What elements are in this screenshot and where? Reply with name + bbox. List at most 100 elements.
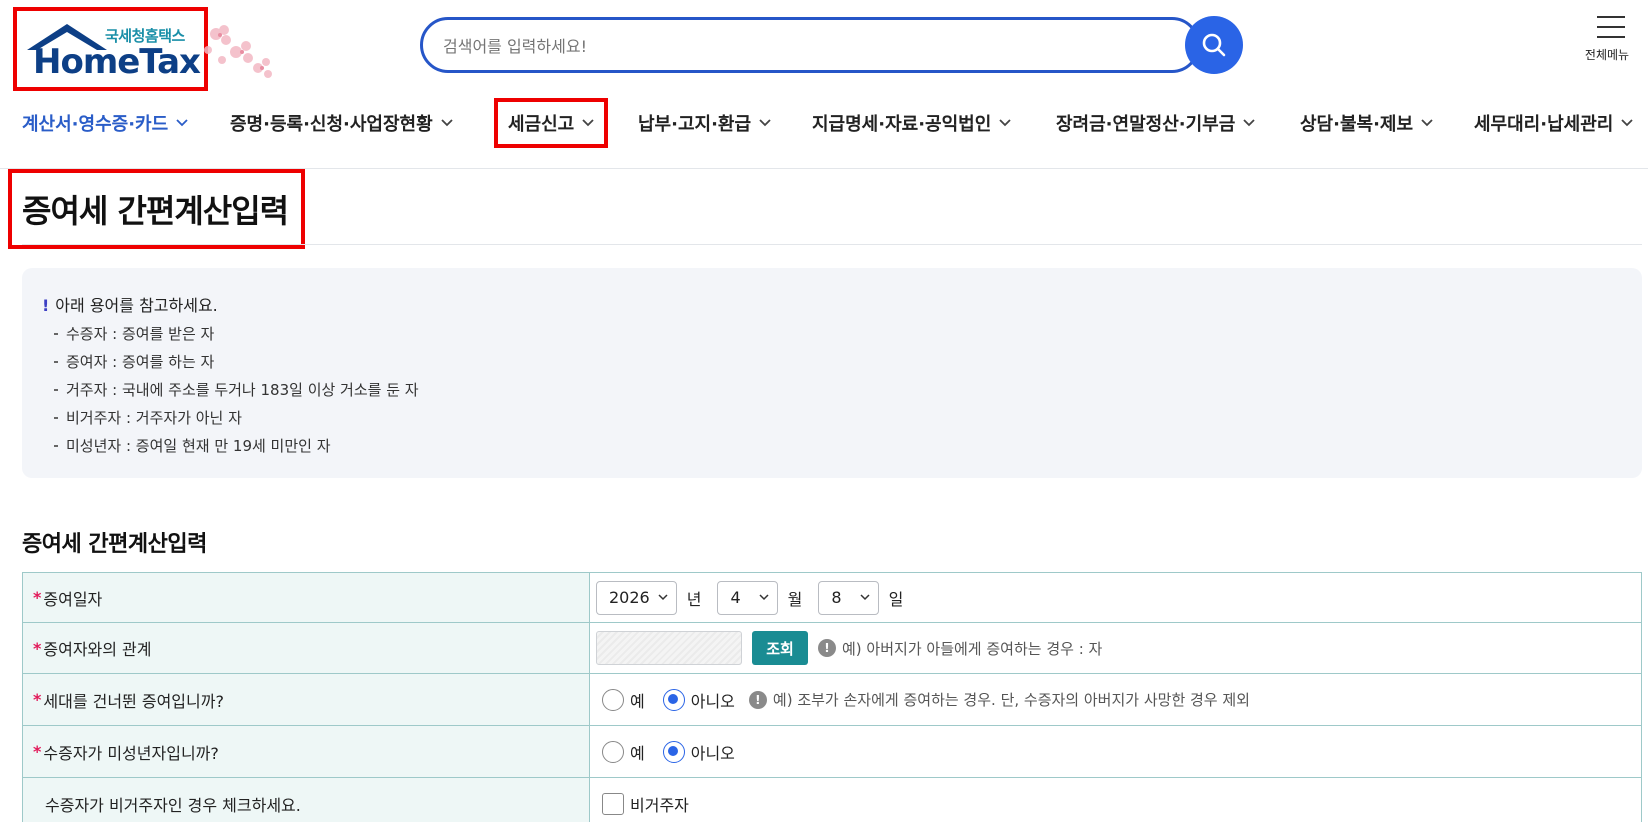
required-mark: * [33,690,42,709]
form-value: 조회 ! 예) 아버지가 아들에게 증여하는 경우 : 자 [590,623,1641,673]
day-value: 8 [831,588,842,607]
hometax-logo[interactable]: 국세청홈택스 HomeTax [13,7,208,91]
checkbox[interactable] [602,792,624,815]
chevron-down-icon [1421,119,1433,127]
form-label: * 증여일자 [23,573,590,622]
list-item: 거주자 : 국내에 주소를 두거나 183일 이상 거소를 둔 자 [54,376,419,404]
skip-generation-label: 세대를 건너뛴 증여입니까? [43,691,224,711]
form-row-skip-generation: * 세대를 건너뛴 증여입니까? 예 아니오 ! 예) 조부가 손자에게 증여하는 … [22,674,1642,726]
form-label: * 증여자와의 관계 [23,623,590,673]
relation-hint: ! 예) 아버지가 아들에게 증여하는 경우 : 자 [818,638,1102,659]
chevron-down-icon [1243,119,1255,127]
radio-label: 예 [630,691,645,711]
list-item: 비거주자 : 거주자가 아닌 자 [54,404,419,432]
nav-item-incentives[interactable]: 장려금·연말정산·기부금 [1056,98,1255,148]
search-icon [1202,33,1226,57]
form-label: * 수증자가 미성년자입니까? [23,726,590,777]
required-mark: * [33,588,42,607]
relation-field[interactable] [596,631,742,665]
chevron-down-icon [1621,119,1633,127]
day-unit: 일 [888,589,904,609]
nonresident-checkbox[interactable]: 비거주자 [602,792,689,816]
page-title-highlight: 증여세 간편계산입력 [8,169,305,249]
chevron-down-icon [582,119,594,127]
section-title: 증여세 간편계산입력 [22,532,207,557]
nav-item-consulting[interactable]: 상담·불복·제보 [1300,98,1433,148]
chevron-down-icon [860,594,870,601]
chevron-down-icon [176,119,188,127]
list-item: 미성년자 : 증여일 현재 만 19세 미만인 자 [54,432,419,460]
required-mark: * [33,742,42,761]
chevron-down-icon [658,594,668,601]
gift-tax-form: * 증여일자 2026 년 4 월 8 일 * 증여자와의 관계 조회 ! 예)… [22,572,1642,822]
minor-no-radio[interactable]: 아니오 [662,740,735,764]
relation-hint-text: 예) 아버지가 아들에게 증여하는 경우 : 자 [842,639,1103,658]
chevron-down-icon [441,119,453,127]
form-value: 예 아니오 [590,726,1641,777]
radio-label: 아니오 [690,691,735,711]
relation-label: 증여자와의 관계 [43,640,152,659]
radio-button[interactable] [602,688,624,711]
all-menu-label: 전체메뉴 [1584,48,1630,62]
skip-generation-hint: ! 예) 조부가 손자에게 증여하는 경우. 단, 수증자의 아버지가 사망한 경… [748,689,1250,710]
search-input[interactable] [443,33,1123,59]
form-value: 2026 년 4 월 8 일 [590,573,1641,622]
year-unit: 년 [686,589,702,609]
year-select[interactable]: 2026 [596,580,677,615]
nav-label: 장려금·연말정산·기부금 [1056,114,1236,135]
skip-generation-no-radio[interactable]: 아니오 [662,688,735,712]
chevron-down-icon [759,594,769,601]
info-icon: ! [818,639,836,657]
terms-notice-box: ! 아래 용어를 참고하세요. 수증자 : 증여를 받은 자 증여자 : 증여를 … [22,268,1642,478]
notice-heading-text: 아래 용어를 참고하세요. [55,296,218,315]
checkbox-label: 비거주자 [630,795,689,815]
nav-label: 계산서·영수증·카드 [22,114,169,135]
radio-button[interactable] [662,740,685,763]
list-item: 증여자 : 증여를 하는 자 [54,348,419,376]
nav-item-tax-filing[interactable]: 세금신고 [494,98,609,148]
cherry-blossom-icon [204,25,272,78]
radio-button[interactable] [602,740,624,763]
minor-label: 수증자가 미성년자입니까? [43,743,219,763]
list-item: 수증자 : 증여를 받은 자 [54,320,419,348]
minor-yes-radio[interactable]: 예 [602,740,645,764]
day-select[interactable]: 8 [818,580,879,615]
search-bar [420,17,1200,73]
nav-label: 상담·불복·제보 [1300,114,1414,135]
nonresident-label: 수증자가 비거주자인 경우 체크하세요. [45,795,301,815]
nav-item-certificates[interactable]: 증명·등록·신청·사업장현황 [230,98,453,148]
nav-item-tax-agent[interactable]: 세무대리·납세관리 [1474,98,1633,148]
form-value: 예 아니오 ! 예) 조부가 손자에게 증여하는 경우. 단, 수증자의 아버지가… [590,674,1641,725]
notice-heading: ! 아래 용어를 참고하세요. [42,292,218,316]
search-button[interactable] [1185,16,1243,74]
radio-label: 아니오 [690,743,735,763]
month-value: 4 [730,588,741,607]
logo-wordmark: HomeTax [33,42,201,82]
nav-item-receipts[interactable]: 계산서·영수증·카드 [22,98,188,148]
radio-button[interactable] [662,688,685,711]
nav-item-statements[interactable]: 지급명세·자료·공익법인 [812,98,1011,148]
required-mark: * [33,638,42,658]
page-title: 증여세 간편계산입력 [22,192,289,230]
form-row-gift-date: * 증여일자 2026 년 4 월 8 일 [22,573,1642,623]
nav-label: 지급명세·자료·공익법인 [812,114,992,135]
title-divider [22,244,1642,245]
nav-label: 증명·등록·신청·사업장현황 [230,114,433,135]
form-row-nonresident: 수증자가 비거주자인 경우 체크하세요. 비거주자 [22,778,1642,822]
skip-generation-yes-radio[interactable]: 예 [602,688,645,712]
gift-date-label: 증여일자 [43,589,103,609]
main-nav: 계산서·영수증·카드 증명·등록·신청·사업장현황 세금신고 납부·고지·환급 … [0,98,1648,148]
form-value: 비거주자 [590,778,1641,822]
nav-label: 세무대리·납세관리 [1474,114,1614,135]
all-menu-button[interactable]: 전체메뉴 [1580,16,1642,63]
skip-generation-hint-text: 예) 조부가 손자에게 증여하는 경우. 단, 수증자의 아버지가 사망한 경우… [772,691,1250,709]
exclamation-icon: ! [42,296,50,315]
info-icon: ! [748,690,767,709]
nav-item-payment[interactable]: 납부·고지·환급 [638,98,771,148]
month-select[interactable]: 4 [717,580,778,615]
terms-list: 수증자 : 증여를 받은 자 증여자 : 증여를 하는 자 거주자 : 국내에 … [54,320,419,460]
lookup-button[interactable]: 조회 [752,631,808,665]
form-label: * 세대를 건너뛴 증여입니까? [23,674,590,725]
nav-label: 세금신고 [508,114,575,135]
year-value: 2026 [609,588,650,607]
